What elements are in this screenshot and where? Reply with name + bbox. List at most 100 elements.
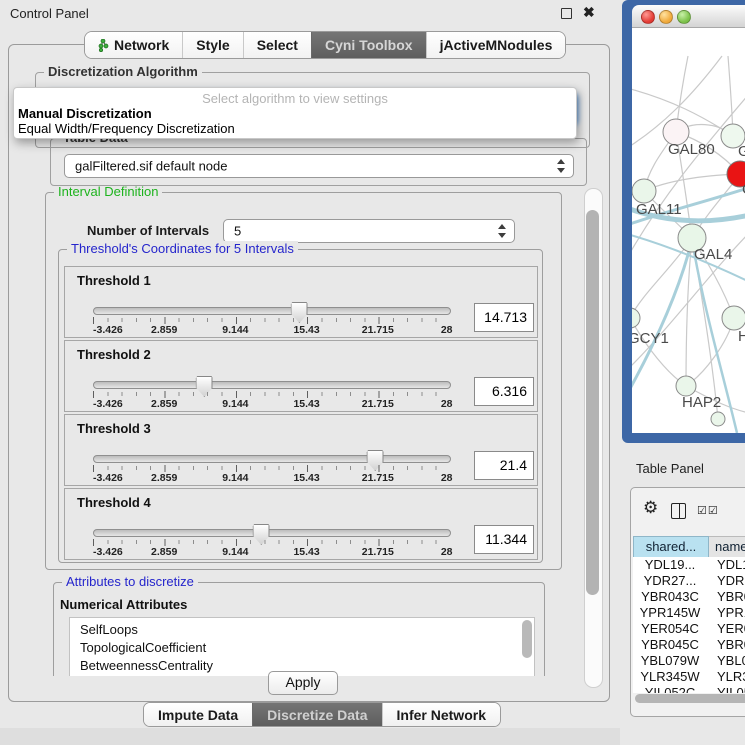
network-view-window: GAL80 GA C GAL11 GAL4 GCY1 H HAP2 <box>622 0 745 443</box>
right-panel: GAL80 GA C GAL11 GAL4 GCY1 H HAP2 Table … <box>620 0 745 745</box>
threshold-label: Threshold 2 <box>77 347 151 362</box>
threshold-value-field[interactable]: 6.316 <box>474 377 534 406</box>
node-gal11[interactable] <box>632 179 656 203</box>
table-row[interactable]: YLR345WYLR345W <box>633 669 745 685</box>
table-row[interactable]: YDR27...YDR27... <box>633 573 745 589</box>
table-row[interactable]: YBR043CYBR043C <box>633 589 745 605</box>
dropdown-option-manual[interactable]: Manual Discretization <box>18 106 152 121</box>
network-canvas[interactable]: GAL80 GA C GAL11 GAL4 GCY1 H HAP2 <box>632 28 745 433</box>
svg-text:GA: GA <box>738 143 745 160</box>
network-window-titlebar[interactable] <box>632 5 745 28</box>
num-intervals-label: Number of Intervals <box>87 223 209 238</box>
column-header-shared-name[interactable]: shared... <box>633 536 709 558</box>
split-columns-icon[interactable] <box>671 503 686 519</box>
threshold-value-field[interactable]: 21.4 <box>474 451 534 480</box>
combo-stepper-icon[interactable] <box>498 224 506 238</box>
zoom-traffic-light[interactable] <box>677 10 691 24</box>
node-h[interactable] <box>722 306 745 330</box>
table-data-combobox[interactable]: galFiltered.sif default node <box>64 154 574 178</box>
tab-discretize-data[interactable]: Discretize Data <box>252 703 381 726</box>
horizontal-scrollbar[interactable] <box>635 694 745 703</box>
algorithm-dropdown-popup: Select algorithm to view settings Manual… <box>13 87 577 139</box>
svg-text:GCY1: GCY1 <box>632 330 669 347</box>
network-icon <box>98 39 109 52</box>
svg-text:GAL80: GAL80 <box>668 141 715 158</box>
node-hap2[interactable] <box>676 376 696 396</box>
svg-text:GAL11: GAL11 <box>636 201 682 218</box>
panel-title: Control Panel <box>10 6 89 21</box>
numerical-attributes-label: Numerical Attributes <box>60 597 187 612</box>
table-row[interactable]: YBR045CYBR045C <box>633 637 745 653</box>
list-item[interactable]: TopologicalCoefficient <box>80 640 206 655</box>
bottom-tab-bar: Impute Data Discretize Data Infer Networ… <box>143 702 501 727</box>
threshold-panel-2: Threshold 2 -3.4262.8599.14415.4321.7152… <box>64 340 538 412</box>
table-row[interactable]: YBL079WYBL079W <box>633 653 745 669</box>
threshold-label: Threshold 3 <box>77 421 151 436</box>
list-scrollbar[interactable] <box>522 620 532 658</box>
slider-tick-labels: -3.4262.8599.14415.4321.71528 <box>93 472 449 484</box>
threshold-panel-3: Threshold 3 -3.4262.8599.14415.4321.7152… <box>64 414 538 486</box>
table-data-group: Table Data galFiltered.sif default node <box>50 138 587 186</box>
interval-definition-group: Interval Definition Number of Intervals … <box>45 192 562 570</box>
status-strip <box>0 728 620 745</box>
select-columns-checkbox-icons[interactable]: ☑☑ <box>697 504 719 517</box>
dropdown-option-equal-width[interactable]: Equal Width/Frequency Discretization <box>18 121 235 136</box>
settings-viewport: Interval Definition Number of Intervals … <box>44 186 580 676</box>
minimize-traffic-light[interactable] <box>659 10 673 24</box>
top-tab-bar: Network Style Select Cyni Toolbox jActiv… <box>84 31 566 59</box>
node-bottom[interactable] <box>711 412 725 426</box>
slider-tick-labels: -3.4262.8599.14415.4321.71528 <box>93 324 449 336</box>
gear-icon[interactable]: ⚙ <box>643 498 658 518</box>
column-header-name[interactable]: name <box>709 536 745 558</box>
threshold-value-field[interactable]: 14.713 <box>474 303 534 332</box>
tab-style[interactable]: Style <box>182 32 242 58</box>
slider-ticks <box>93 539 450 546</box>
close-icon[interactable]: ✖ <box>583 4 595 21</box>
threshold-slider-4[interactable] <box>93 529 451 537</box>
svg-text:GAL4: GAL4 <box>694 246 732 263</box>
table-rows: YDL19...YDL19... YDR27...YDR27... YBR043… <box>633 557 745 693</box>
panel-scrollbar-thumb[interactable] <box>586 210 599 595</box>
list-item[interactable]: SelfLoops <box>80 622 138 637</box>
tab-impute-data[interactable]: Impute Data <box>144 703 252 726</box>
tab-select[interactable]: Select <box>243 32 311 58</box>
list-item[interactable]: BetweennessCentrality <box>80 658 213 673</box>
table-row[interactable]: YIL052CYIL052C <box>633 685 745 693</box>
tab-jactivemnodules[interactable]: jActiveMNodules <box>426 32 566 58</box>
group-title: Discretization Algorithm <box>44 64 202 79</box>
threshold-value-field[interactable]: 11.344 <box>474 525 534 554</box>
attributes-group: Attributes to discretize Numerical Attri… <box>53 582 545 676</box>
close-traffic-light[interactable] <box>641 10 655 24</box>
table-row[interactable]: YER054CYER054C <box>633 621 745 637</box>
slider-ticks <box>93 317 450 324</box>
thresholds-group: Threshold's Coordinates for 5 Intervals … <box>58 249 543 563</box>
combo-value: galFiltered.sif default node <box>75 159 227 174</box>
float-panel-icon[interactable] <box>561 8 572 19</box>
tab-network[interactable]: Network <box>85 32 182 58</box>
slider-ticks <box>93 391 450 398</box>
threshold-slider-2[interactable] <box>93 381 451 389</box>
slider-ticks <box>93 465 450 472</box>
combo-stepper-icon[interactable] <box>557 159 565 173</box>
threshold-label: Threshold 1 <box>77 273 151 288</box>
num-intervals-combobox[interactable]: 5 <box>223 219 515 243</box>
threshold-slider-3[interactable] <box>93 455 451 463</box>
tab-cyni-toolbox[interactable]: Cyni Toolbox <box>311 32 426 58</box>
group-title: Interval Definition <box>54 186 162 199</box>
group-title: Attributes to discretize <box>62 574 198 589</box>
threshold-panel-1: Threshold 1 -3.4262.8599.14415.4321.7152… <box>64 266 538 338</box>
control-panel: Control Panel ✖ Network Style Select Cyn… <box>0 0 620 745</box>
apply-button[interactable]: Apply <box>268 671 338 695</box>
network-graph: GAL80 GA C GAL11 GAL4 GCY1 H HAP2 <box>632 28 745 433</box>
slider-tick-labels: -3.4262.8599.14415.4321.71528 <box>93 546 449 558</box>
table-row[interactable]: YPR145WYPR145W <box>633 605 745 621</box>
dropdown-prompt: Select algorithm to view settings <box>14 91 576 106</box>
combo-value: 5 <box>234 224 241 239</box>
slider-tick-labels: -3.4262.8599.14415.4321.71528 <box>93 398 449 410</box>
node-gcy1[interactable] <box>632 308 640 328</box>
table-row[interactable]: YDL19...YDL19... <box>633 557 745 573</box>
threshold-slider-1[interactable] <box>93 307 451 315</box>
tab-label: Network <box>114 37 169 53</box>
tab-infer-network[interactable]: Infer Network <box>382 703 500 726</box>
svg-text:HAP2: HAP2 <box>682 394 721 411</box>
